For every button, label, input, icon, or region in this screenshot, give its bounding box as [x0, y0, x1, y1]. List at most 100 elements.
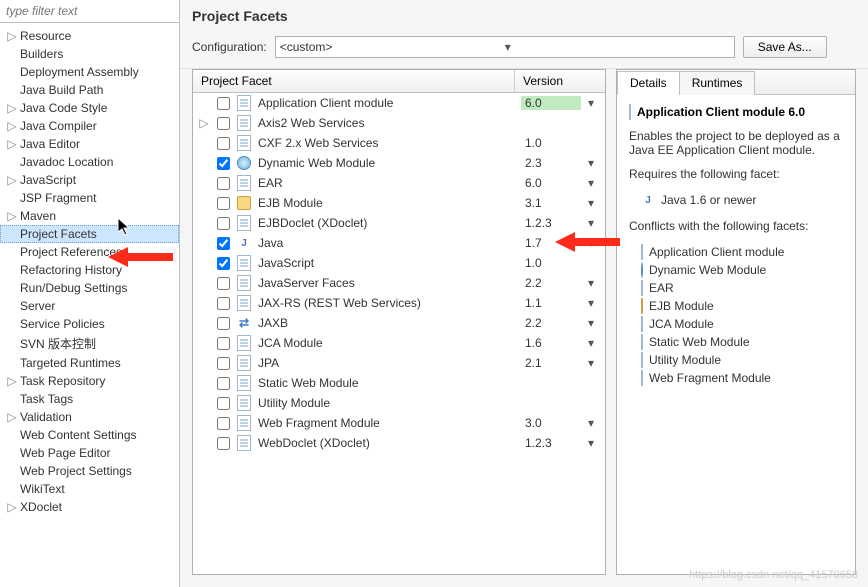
facet-checkbox[interactable] [217, 157, 230, 170]
facet-row[interactable]: Utility Module [193, 393, 605, 413]
version-dropdown-icon[interactable]: ▾ [581, 236, 601, 250]
facet-checkbox[interactable] [217, 197, 230, 210]
sidebar-item[interactable]: Targeted Runtimes [0, 354, 179, 372]
facet-row[interactable]: JavaServer Faces2.2▾ [193, 273, 605, 293]
version-dropdown-icon[interactable]: ▾ [581, 436, 601, 450]
tree-expand-icon[interactable]: ▷ [6, 501, 18, 513]
facet-checkbox[interactable] [217, 337, 230, 350]
details-body: Application Client module 6.0 Enables th… [617, 95, 855, 574]
facet-checkbox[interactable] [217, 237, 230, 250]
facet-row[interactable]: WebDoclet (XDoclet)1.2.3▾ [193, 433, 605, 453]
facet-checkbox[interactable] [217, 137, 230, 150]
sidebar-item-label: Java Code Style [20, 101, 107, 115]
tree-expand-icon[interactable]: ▷ [6, 411, 18, 423]
facet-row[interactable]: ▷ Axis2 Web Services [193, 113, 605, 133]
facet-name: Axis2 Web Services [258, 116, 521, 130]
facet-row[interactable]: JavaScript1.0 [193, 253, 605, 273]
sidebar-item[interactable]: SVN 版本控制 [0, 333, 179, 354]
sidebar-item[interactable]: Java Build Path [0, 81, 179, 99]
sidebar-item[interactable]: Task Tags [0, 390, 179, 408]
list-item: Web Fragment Module [629, 369, 843, 387]
save-as-button[interactable]: Save As... [743, 36, 827, 58]
facet-name: EJB Module [258, 196, 521, 210]
tab-details[interactable]: Details [617, 71, 680, 95]
facet-checkbox[interactable] [217, 317, 230, 330]
sidebar-item[interactable]: Run/Debug Settings [0, 279, 179, 297]
sidebar-item[interactable]: JSP Fragment [0, 189, 179, 207]
tree-expand-icon[interactable]: ▷ [6, 102, 18, 114]
tab-runtimes[interactable]: Runtimes [679, 71, 756, 95]
facet-checkbox[interactable] [217, 97, 230, 110]
sidebar-item[interactable]: ▷Resource [0, 27, 179, 45]
sidebar-item[interactable]: Web Project Settings [0, 462, 179, 480]
version-dropdown-icon[interactable]: ▾ [581, 176, 601, 190]
column-header-version[interactable]: Version [515, 70, 605, 92]
sidebar-item[interactable]: ▷Task Repository [0, 372, 179, 390]
version-dropdown-icon[interactable]: ▾ [581, 316, 601, 330]
facet-checkbox[interactable] [217, 257, 230, 270]
facet-row[interactable]: JJava1.7▾ [193, 233, 605, 253]
version-dropdown-icon[interactable]: ▾ [581, 336, 601, 350]
sidebar-item[interactable]: ▷Java Compiler [0, 117, 179, 135]
facet-checkbox[interactable] [217, 377, 230, 390]
facet-row[interactable]: EJBDoclet (XDoclet)1.2.3▾ [193, 213, 605, 233]
facet-row[interactable]: Static Web Module [193, 373, 605, 393]
version-dropdown-icon[interactable]: ▾ [581, 156, 601, 170]
tree-expand-icon[interactable]: ▷ [6, 138, 18, 150]
facet-checkbox[interactable] [217, 277, 230, 290]
version-dropdown-icon[interactable]: ▾ [581, 216, 601, 230]
version-dropdown-icon[interactable]: ▾ [581, 356, 601, 370]
sidebar-item[interactable]: Javadoc Location [0, 153, 179, 171]
sidebar-item[interactable]: Service Policies [0, 315, 179, 333]
sidebar-item[interactable]: Web Content Settings [0, 426, 179, 444]
expand-icon[interactable]: ▷ [197, 116, 211, 130]
facet-checkbox[interactable] [217, 297, 230, 310]
sidebar-item[interactable]: Server [0, 297, 179, 315]
facet-checkbox[interactable] [217, 437, 230, 450]
tree-expand-icon[interactable]: ▷ [6, 174, 18, 186]
sidebar-item[interactable]: Project Facets [0, 225, 179, 243]
facet-checkbox[interactable] [217, 397, 230, 410]
facet-version: 6.0 [521, 176, 581, 190]
sidebar-item[interactable]: ▷Java Editor [0, 135, 179, 153]
facet-row[interactable]: ⇄JAXB2.2▾ [193, 313, 605, 333]
facet-row[interactable]: CXF 2.x Web Services1.0 [193, 133, 605, 153]
version-dropdown-icon[interactable]: ▾ [581, 276, 601, 290]
tree-expand-icon[interactable]: ▷ [6, 120, 18, 132]
sidebar-item[interactable]: ▷Java Code Style [0, 99, 179, 117]
facet-row[interactable]: JPA2.1▾ [193, 353, 605, 373]
facet-row[interactable]: JCA Module1.6▾ [193, 333, 605, 353]
facet-checkbox[interactable] [217, 417, 230, 430]
version-dropdown-icon[interactable]: ▾ [581, 196, 601, 210]
facet-row[interactable]: EJB Module3.1▾ [193, 193, 605, 213]
version-dropdown-icon[interactable]: ▾ [581, 416, 601, 430]
facet-row[interactable]: JAX-RS (REST Web Services)1.1▾ [193, 293, 605, 313]
facet-row[interactable]: Application Client module6.0▾ [193, 93, 605, 113]
sidebar-item[interactable]: Web Page Editor [0, 444, 179, 462]
sidebar-item[interactable]: ▷Validation [0, 408, 179, 426]
facet-checkbox[interactable] [217, 217, 230, 230]
tree-expand-icon[interactable]: ▷ [6, 30, 18, 42]
facet-checkbox[interactable] [217, 177, 230, 190]
facet-checkbox[interactable] [217, 117, 230, 130]
sidebar-item[interactable]: Builders [0, 45, 179, 63]
filter-input[interactable] [4, 2, 175, 20]
sidebar-item[interactable]: WikiText [0, 480, 179, 498]
facet-row[interactable]: Dynamic Web Module2.3▾ [193, 153, 605, 173]
facet-row[interactable]: EAR6.0▾ [193, 173, 605, 193]
sidebar-item[interactable]: ▷JavaScript [0, 171, 179, 189]
sidebar-item[interactable]: Deployment Assembly [0, 63, 179, 81]
sidebar-item[interactable]: Refactoring History [0, 261, 179, 279]
sidebar-item[interactable]: ▷XDoclet [0, 498, 179, 516]
tree-expand-icon[interactable]: ▷ [6, 375, 18, 387]
sidebar-item[interactable]: ▷Maven [0, 207, 179, 225]
configuration-select[interactable]: <custom> ▾ [275, 36, 735, 58]
facet-checkbox[interactable] [217, 357, 230, 370]
column-header-name[interactable]: Project Facet [193, 70, 515, 92]
version-dropdown-icon[interactable]: ▾ [581, 296, 601, 310]
facet-table: Project Facet Version Application Client… [192, 69, 606, 575]
sidebar-item[interactable]: Project References [0, 243, 179, 261]
version-dropdown-icon[interactable]: ▾ [581, 96, 601, 110]
tree-expand-icon[interactable]: ▷ [6, 210, 18, 222]
facet-row[interactable]: Web Fragment Module3.0▾ [193, 413, 605, 433]
